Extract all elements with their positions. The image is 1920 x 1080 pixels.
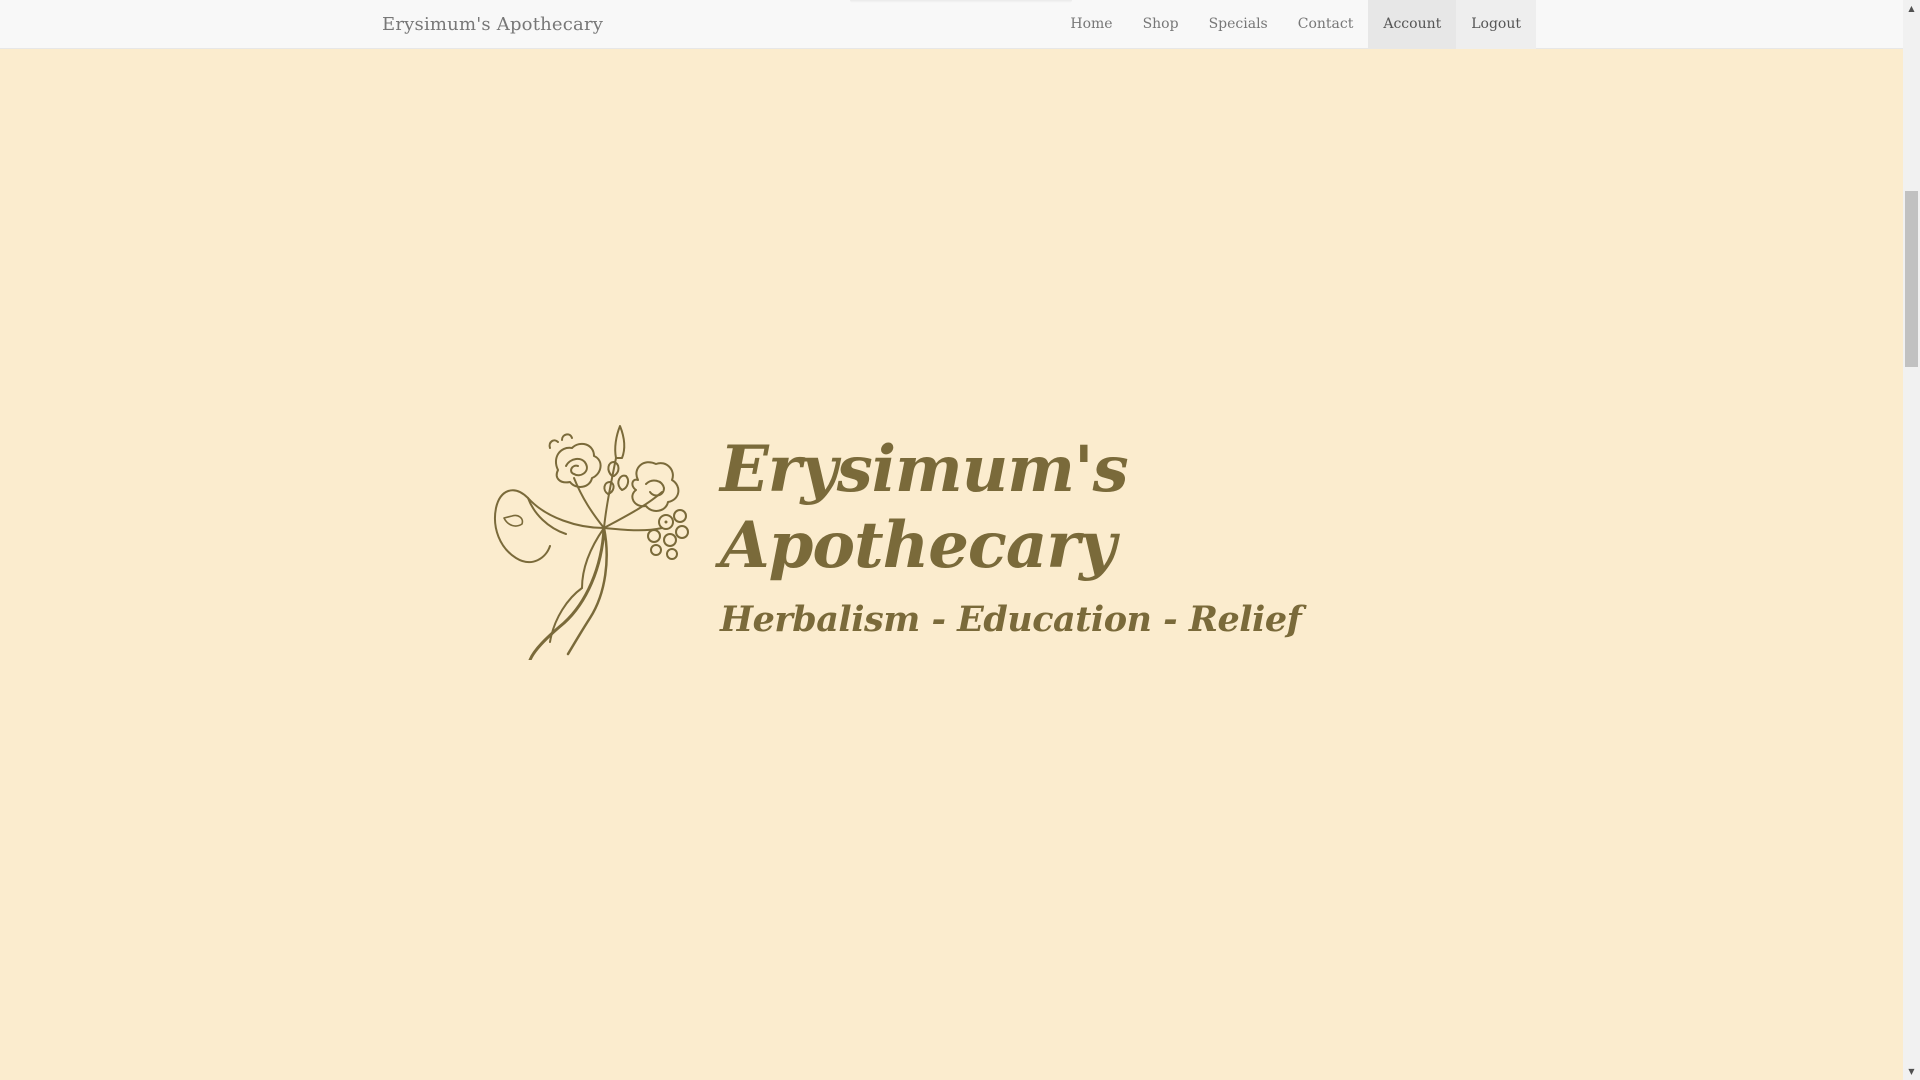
nav-item-contact[interactable]: Contact — [1283, 0, 1369, 49]
scrollbar-thumb[interactable] — [1905, 191, 1918, 367]
vertical-scrollbar[interactable]: ▲ ▼ — [1903, 0, 1920, 1080]
hero-title: Erysimum's Apothecary — [720, 432, 1129, 584]
dropdown-shadow — [850, 0, 1072, 3]
nav-menu: Home Shop Specials Contact Account Logou… — [1055, 0, 1536, 49]
nav-item-shop[interactable]: Shop — [1128, 0, 1194, 49]
scroll-up-arrow-icon[interactable]: ▲ — [1903, 0, 1920, 17]
nav-item-home[interactable]: Home — [1055, 0, 1127, 49]
scroll-down-arrow-icon[interactable]: ▼ — [1903, 1063, 1920, 1080]
hero-title-line2: Apothecary — [720, 508, 1116, 583]
hero-tagline: Herbalism - Education - Relief — [720, 599, 1302, 640]
top-navbar: Erysimum's Apothecary Home Shop Specials… — [0, 0, 1903, 49]
hero-banner: Erysimum's Apothecary Herbalism - Educati… — [480, 414, 1302, 664]
botanical-flower-icon — [494, 425, 689, 660]
nav-item-account[interactable]: Account — [1368, 0, 1457, 49]
nav-item-specials[interactable]: Specials — [1194, 0, 1283, 49]
nav-item-logout[interactable]: Logout — [1456, 0, 1536, 49]
hero-title-line1: Erysimum's — [720, 432, 1129, 507]
page: Erysimum's Apothecary Home Shop Specials… — [0, 0, 1920, 1080]
navbar-brand[interactable]: Erysimum's Apothecary — [382, 0, 603, 49]
